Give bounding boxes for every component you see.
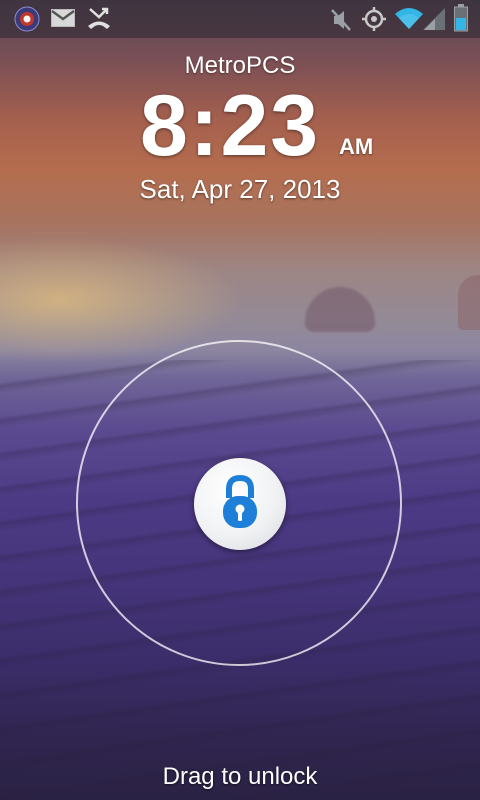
lock-icon	[220, 474, 260, 535]
clock-time: 8:23	[140, 78, 321, 174]
wallpaper-tree	[458, 275, 480, 330]
unlock-handle[interactable]	[194, 458, 286, 550]
battery-icon	[454, 4, 468, 37]
signal-icon	[423, 7, 447, 36]
status-bar[interactable]	[0, 0, 480, 38]
unlock-hint: Drag to unlock	[162, 763, 318, 790]
app-notification-icon	[14, 6, 40, 37]
carrier-label: MetroPCS	[184, 52, 296, 79]
missed-call-icon	[86, 6, 112, 35]
date-label: Sat, Apr 27, 2013	[139, 174, 341, 204]
mute-icon	[330, 8, 352, 37]
clock-ampm: AM	[339, 134, 374, 159]
gmail-icon	[51, 9, 75, 32]
wifi-icon	[394, 6, 424, 35]
gps-icon	[361, 6, 387, 37]
